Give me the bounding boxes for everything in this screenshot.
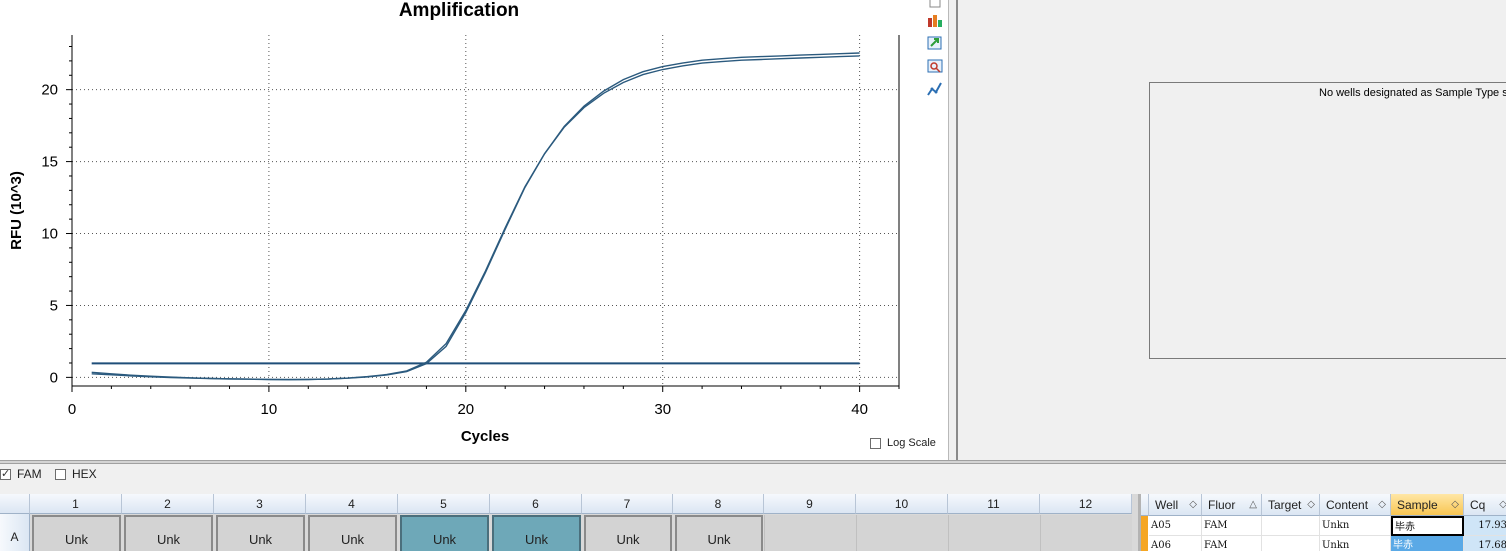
table-cell-sample[interactable]: 毕赤 xyxy=(1391,536,1464,551)
table-cell-content[interactable]: Unkn xyxy=(1320,516,1391,536)
fluor-hex-toggle[interactable]: HEX xyxy=(55,467,97,481)
y-tick-label: 0 xyxy=(50,369,58,386)
column-header-label: Cq xyxy=(1470,498,1486,512)
plate-column-header[interactable]: 3 xyxy=(214,494,306,514)
plate-column-header[interactable]: 4 xyxy=(306,494,398,514)
sort-icon[interactable]: ◇ xyxy=(1378,494,1386,516)
fluor-fam-label: FAM xyxy=(17,467,42,481)
plate-corner[interactable] xyxy=(0,494,30,514)
column-header-cq[interactable]: Cq ◇ xyxy=(1464,494,1506,516)
standard-curve-message: No wells designated as Sample Type st xyxy=(1319,87,1506,99)
amplification-curve-2 xyxy=(91,52,860,381)
plate-well[interactable] xyxy=(764,515,856,551)
x-tick-label: 20 xyxy=(457,401,474,418)
amplification-curve-1 xyxy=(91,55,860,381)
plate-well[interactable]: Unk xyxy=(308,515,397,551)
sort-icon[interactable]: ◇ xyxy=(1189,494,1197,516)
fluor-selector: FAM HEX xyxy=(0,464,1506,488)
x-axis-label: Cycles xyxy=(461,428,509,445)
column-header-label: Fluor xyxy=(1208,498,1236,512)
column-header-sample[interactable]: Sample ◇ xyxy=(1391,494,1464,516)
sort-icon[interactable]: ◇ xyxy=(1499,494,1506,516)
vertical-splitter[interactable] xyxy=(948,0,958,460)
y-tick-label: 5 xyxy=(50,297,58,314)
plate-well[interactable] xyxy=(856,515,948,551)
column-header-label: Target xyxy=(1268,498,1302,512)
amplification-chart: Amplification 0 10 20 30 40 0 5 10 15 20 Cycles RFU … xyxy=(8,0,900,445)
sort-icon[interactable]: △ xyxy=(1249,494,1257,516)
plate-well[interactable]: Unk xyxy=(584,515,672,551)
y-tick-label: 20 xyxy=(41,82,58,99)
plate-column-header[interactable]: 9 xyxy=(764,494,856,514)
amplification-chart-pane: Amplification 0 10 20 30 40 0 5 10 15 20 Cycles RFU … xyxy=(0,0,948,460)
plate-well[interactable]: Unk xyxy=(492,515,581,551)
plate-well[interactable]: Unk xyxy=(675,515,763,551)
column-header-target[interactable]: Target ◇ xyxy=(1262,494,1320,516)
plate-column-header[interactable]: 12 xyxy=(1040,494,1132,514)
table-cell-well[interactable]: A05 xyxy=(1149,516,1202,536)
log-scale-toggle[interactable]: Log Scale xyxy=(870,437,936,449)
x-tick-label: 0 xyxy=(68,401,76,418)
chart-bars-icon[interactable] xyxy=(926,12,944,28)
x-tick-label: 30 xyxy=(654,401,671,418)
plate-well[interactable]: Unk xyxy=(32,515,121,551)
fluor-fam-checkbox[interactable] xyxy=(0,467,11,480)
curve-icon[interactable] xyxy=(926,81,944,97)
plate-row-header[interactable]: A xyxy=(0,514,30,551)
x-tick-label: 10 xyxy=(261,401,278,418)
plate-column-header[interactable]: 1 xyxy=(30,494,122,514)
standard-curve-pane: No wells designated as Sample Type st xyxy=(958,0,1506,460)
chart-title: Amplification xyxy=(399,0,519,21)
sort-icon[interactable]: ◇ xyxy=(1451,494,1459,516)
plate-well[interactable] xyxy=(948,515,1040,551)
table-cell-well[interactable]: A06 xyxy=(1149,536,1202,551)
table-cell-fluor[interactable]: FAM xyxy=(1202,516,1262,536)
y-axis-label: RFU (10^3) xyxy=(8,171,25,250)
sort-icon[interactable]: ◇ xyxy=(1307,494,1315,516)
plate-column-header[interactable]: 5 xyxy=(398,494,490,514)
zoom-chart-icon[interactable] xyxy=(926,58,944,74)
table-cell-cq[interactable]: 17.93 xyxy=(1464,516,1506,536)
column-header-label: Sample xyxy=(1397,498,1438,512)
fluor-fam-toggle[interactable]: FAM xyxy=(0,467,42,481)
plate-column-header[interactable]: 10 xyxy=(856,494,948,514)
plate-column-header[interactable]: 11 xyxy=(948,494,1040,514)
x-tick-label: 40 xyxy=(851,401,868,418)
export-icon[interactable] xyxy=(926,35,944,51)
column-header-label: Content xyxy=(1326,498,1369,512)
table-cell-cq[interactable]: 17.68 xyxy=(1464,536,1506,551)
plate-well[interactable]: Unk xyxy=(400,515,489,551)
plate-well[interactable]: Unk xyxy=(124,515,213,551)
fluor-hex-label: HEX xyxy=(72,467,97,481)
table-corner[interactable] xyxy=(1141,494,1149,516)
plate-view: 1 2 3 4 5 6 7 8 9 10 11 12 A Unk Unk Unk Unk Unk Unk Unk Unk xyxy=(0,494,1138,551)
column-header-label: Well xyxy=(1155,498,1179,512)
table-cell-sample[interactable]: 毕赤 xyxy=(1391,516,1464,536)
table-cell-target[interactable] xyxy=(1262,536,1320,551)
log-scale-label: Log Scale xyxy=(887,437,936,449)
plate-column-header[interactable]: 6 xyxy=(490,494,582,514)
y-tick-label: 10 xyxy=(41,226,58,243)
column-header-fluor[interactable]: Fluor △ xyxy=(1202,494,1262,516)
table-cell-content[interactable]: Unkn xyxy=(1320,536,1391,551)
row-selector[interactable] xyxy=(1141,536,1148,551)
plate-column-header[interactable]: 2 xyxy=(122,494,214,514)
log-scale-checkbox[interactable] xyxy=(870,437,881,449)
fluor-hex-checkbox[interactable] xyxy=(55,468,66,480)
row-selector[interactable] xyxy=(1141,516,1148,536)
standard-curve-chart: No wells designated as Sample Type st xyxy=(1149,82,1506,359)
table-cell-fluor[interactable]: FAM xyxy=(1202,536,1262,551)
plate-column-header[interactable]: 8 xyxy=(673,494,764,514)
y-tick-label: 15 xyxy=(41,154,58,171)
table-cell-target[interactable] xyxy=(1262,516,1320,536)
plate-well[interactable]: Unk xyxy=(216,515,305,551)
plate-well[interactable] xyxy=(1040,515,1132,551)
column-header-content[interactable]: Content ◇ xyxy=(1320,494,1391,516)
well-results-table: Well◇Fluor△Target◇Content◇Sample◇Cq◇A05F… xyxy=(1138,494,1506,551)
plate-column-header[interactable]: 7 xyxy=(582,494,673,514)
copy-icon[interactable] xyxy=(926,0,944,10)
column-header-well[interactable]: Well ◇ xyxy=(1149,494,1202,516)
